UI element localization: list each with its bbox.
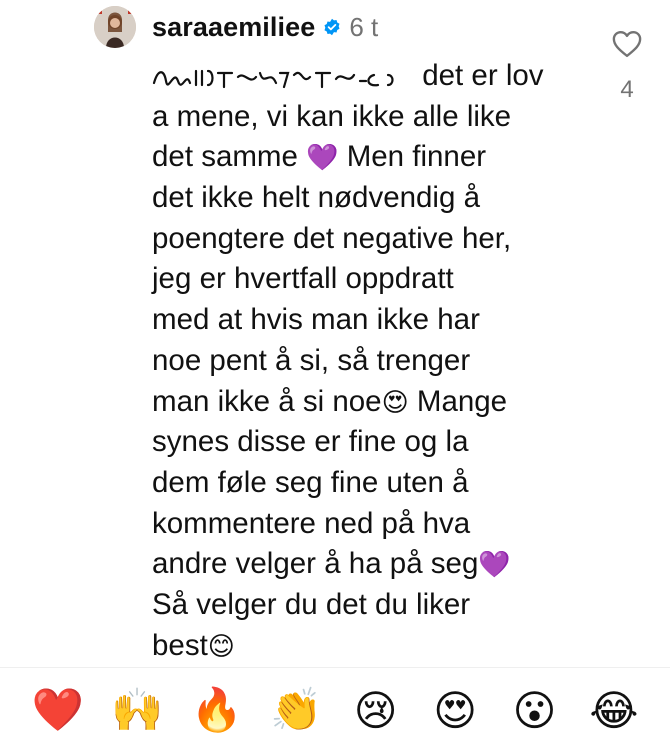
comment-line: dem føle seg fine uten å [152, 463, 582, 504]
reaction-clapping-hands[interactable]: 👏 [268, 682, 324, 738]
reaction-raising-hands[interactable]: 🙌 [109, 682, 165, 738]
purple-heart-emoji: 💜 [306, 143, 339, 174]
comment-line: andre velger å ha på seg💜 [152, 544, 582, 585]
comment-line: a mene, vi kan ikke alle like [152, 97, 582, 138]
quick-reactions-bar: ❤️ 🙌 🔥 👏 😢 😍 😮 😂 [0, 682, 670, 746]
comment-line-text: det ikke helt nødvendig å [152, 181, 480, 215]
comment-line: noe pent å si, så trenger [152, 341, 582, 382]
avatar[interactable] [94, 6, 136, 48]
comment-line: jeg er hvertfall oppdratt [152, 259, 582, 300]
comment-line: best😊 [152, 626, 582, 667]
comment-line: med at hvis man ikke har [152, 300, 582, 341]
purple-heart-emoji: 💜 [478, 550, 511, 581]
comment-line-text: a mene, vi kan ikke alle like [152, 99, 512, 133]
divider [0, 667, 670, 668]
comment-line: poengtere det negative her, [152, 219, 582, 260]
comment-text: det er lov a mene, vi kan ikke alle like… [152, 56, 582, 666]
heart-outline-icon [612, 30, 642, 58]
comment-line-text: Så velger du det du liker [152, 587, 471, 621]
comment-line-text: noe pent å si, så trenger [152, 343, 471, 377]
comment-line: kommentere ned på hva [152, 504, 582, 545]
comment-line: det ikke helt nødvendig å [152, 178, 582, 219]
comment-line-text: det samme [152, 140, 307, 174]
timestamp: 6 t [349, 11, 379, 42]
heart-eyes-emoji: 😍 [381, 387, 409, 418]
comment-line-text: Mange [408, 384, 508, 418]
comment-line-text: dem føle seg fine uten å [152, 465, 469, 499]
like-count: 4 [620, 76, 634, 103]
comment-line-text: man ikke å si noe [152, 384, 382, 418]
comment-line-text: kommentere ned på hva [152, 506, 471, 540]
reaction-heart-eyes[interactable]: 😍 [427, 682, 483, 738]
reaction-crying-face[interactable]: 😢 [348, 682, 404, 738]
comment-line-text: Men finner [338, 140, 487, 174]
reaction-laughing-face[interactable]: 😂 [586, 682, 642, 738]
comment-line: det er lov [152, 56, 582, 97]
comment-line: det samme 💜 Men finner [152, 137, 582, 178]
like-button[interactable] [610, 30, 644, 58]
comment-line-text: best [152, 628, 208, 662]
reaction-red-heart[interactable]: ❤️ [30, 682, 86, 738]
comment-header: saraaemiliee 6 t [152, 10, 378, 44]
comment-line-text: med at hvis man ikke har [152, 303, 480, 337]
comment-line-text: det er lov [422, 59, 544, 92]
comment-line-text: poengtere det negative her, [152, 221, 512, 255]
smiling-face-emoji: 😊 [207, 631, 235, 662]
comment-line-text: synes disse er fine og la [152, 425, 469, 459]
reaction-fire[interactable]: 🔥 [189, 682, 245, 738]
verified-badge-icon [323, 18, 341, 36]
reaction-surprised-face[interactable]: 😮 [507, 682, 563, 738]
comment-line: Så velger du det du liker [152, 585, 582, 626]
redaction-scribble [152, 60, 414, 101]
comment-line: synes disse er fine og la [152, 422, 582, 463]
comment-line-text: andre velger å ha på seg [152, 547, 479, 581]
username[interactable]: saraaemiliee [152, 12, 315, 43]
comment-line: man ikke å si noe😍 Mange [152, 382, 582, 423]
comment-line-text: jeg er hvertfall oppdratt [152, 262, 454, 296]
